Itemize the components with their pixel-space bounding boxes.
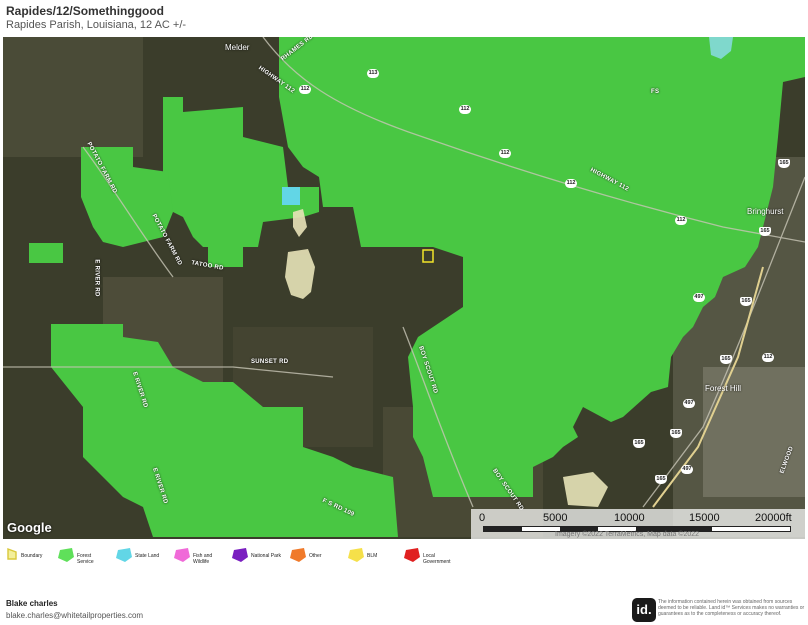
- map-attribution: Imagery ©2022 TerraMetrics, Map data ©20…: [555, 531, 700, 538]
- legend-label: Local Government: [423, 553, 451, 565]
- forest-service-icon: [58, 548, 74, 562]
- map-legend: Boundary Forest Service State Land Fish …: [0, 548, 808, 572]
- route-shield: 165: [778, 159, 790, 168]
- legend-item: Other: [290, 548, 322, 562]
- legend-item: Forest Service: [58, 548, 101, 565]
- scale-tick: 0: [479, 512, 486, 524]
- route-shield: 165: [740, 297, 752, 306]
- road-label: E RIVER RD: [93, 259, 100, 297]
- state-land-parcel: [282, 187, 300, 205]
- legend-label: State Land: [135, 553, 160, 559]
- blm-icon: [348, 548, 364, 562]
- subtitle: Rapides Parish, Louisiana, 12 AC +/-: [6, 19, 187, 31]
- legend-item: National Park: [232, 548, 281, 562]
- legend-item: State Land: [116, 548, 159, 562]
- agent-name: Blake charles: [6, 599, 58, 608]
- legend-item: Boundary: [6, 548, 42, 560]
- scale-tick: 5000: [543, 512, 568, 524]
- legend-label: Forest Service: [77, 553, 94, 565]
- route-shield: 112: [499, 149, 511, 158]
- legend-label: Fish and Wildlife: [193, 553, 213, 565]
- legend-item: BLM: [348, 548, 377, 562]
- road-label: SUNSET RD: [251, 359, 289, 365]
- route-shield: 165: [670, 429, 682, 438]
- scale-tick: 20000ft: [755, 512, 792, 524]
- route-shield: 112: [459, 105, 471, 114]
- scale-bar: 0 5000 10000 15000 20000ft Imagery ©2022…: [471, 509, 805, 539]
- route-shield: 165: [759, 227, 771, 236]
- legend-item: Local Government: [404, 548, 455, 565]
- route-shield: 497: [693, 293, 705, 302]
- legend-label: Boundary: [21, 553, 43, 559]
- state-land-icon: [116, 548, 132, 562]
- local-government-icon: [404, 548, 420, 562]
- national-park-icon: [232, 548, 248, 562]
- route-shield: 112: [762, 353, 774, 362]
- boundary-icon: [7, 548, 17, 560]
- route-shield: 112: [299, 85, 311, 94]
- scale-tick: 10000: [614, 512, 645, 524]
- legend-label: Other: [309, 553, 322, 559]
- scale-tick: 15000: [689, 512, 720, 524]
- fish-wildlife-icon: [174, 548, 190, 562]
- route-shield: 165: [633, 439, 645, 448]
- legend-item: Fish and Wildlife: [174, 548, 215, 565]
- route-shield: 112: [675, 216, 687, 225]
- route-shield: 497: [683, 399, 695, 408]
- agent-email[interactable]: blake.charles@whitetailproperties.com: [6, 611, 143, 620]
- map-view[interactable]: Melder Bringhurst Forest Hill RHAMES RD …: [3, 37, 805, 539]
- land-id-logo: id.: [632, 598, 656, 622]
- disclaimer: The information contained herein was obt…: [658, 599, 805, 617]
- route-shield: 113: [367, 69, 379, 78]
- title: Rapides/12/Somethinggood: [6, 4, 165, 18]
- route-shield: 112: [565, 179, 577, 188]
- route-shield: 165: [720, 355, 732, 364]
- route-shield: 497: [681, 465, 693, 474]
- legend-label: National Park: [251, 553, 282, 559]
- legend-label: BLM: [367, 553, 378, 559]
- road-label: FS: [651, 89, 660, 95]
- map-imagery: [3, 37, 805, 539]
- town-label: Forest Hill: [705, 384, 742, 393]
- town-label: Bringhurst: [747, 207, 784, 216]
- other-icon: [290, 548, 306, 562]
- google-logo: Google: [7, 520, 52, 535]
- town-label: Melder: [225, 43, 250, 52]
- route-shield: 165: [655, 475, 667, 484]
